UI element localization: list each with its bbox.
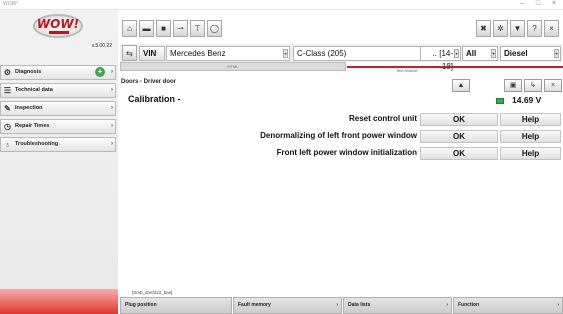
chevron-down-icon[interactable]: ▾ (554, 49, 559, 58)
stethoscope-icon: ♁ (4, 140, 11, 149)
chevron-right-icon: › (111, 141, 113, 147)
page-title: Calibration - (128, 94, 181, 104)
tab-data-lists[interactable]: Data lists › (343, 297, 452, 314)
ok-button-reset-control-unit[interactable]: OK (420, 113, 498, 126)
tab-plug-position[interactable]: Plug position (120, 297, 232, 314)
chevron-down-icon[interactable]: ▾ (454, 49, 459, 58)
function-label-reset-control-unit: Reset control unit (348, 114, 417, 123)
sidebar-item-label: Inspection (15, 105, 43, 111)
add-icon[interactable]: + (95, 67, 105, 77)
battery-icon (496, 98, 504, 104)
tab-label: Plug position (125, 302, 157, 308)
close-icon[interactable]: × (544, 79, 562, 92)
left-panel (0, 10, 118, 314)
data-sheet-icon: ☰ (3, 86, 12, 95)
home-icon[interactable]: ⌂ (122, 20, 137, 37)
trash-icon[interactable]: ▼ (510, 20, 525, 37)
help-icon[interactable]: ? (527, 20, 542, 37)
function-label-denormalizing: Denormalizing of left front power window (260, 131, 417, 140)
progress-line (347, 66, 563, 68)
window-title: WOW! (3, 1, 18, 7)
engine-select[interactable]: All ▾ (462, 46, 498, 61)
tab-label: Data lists (348, 302, 371, 308)
ok-button-power-window-init[interactable]: OK (420, 147, 498, 160)
chevron-right-icon: › (446, 302, 448, 308)
chevron-right-icon: › (111, 123, 113, 129)
logo-swoosh (49, 31, 69, 34)
plug-icon[interactable]: ⊤ (190, 20, 205, 37)
tab-label: Fault memory (238, 302, 271, 308)
chevron-right-icon: › (111, 87, 113, 93)
strip-label: HTML (227, 64, 239, 69)
sidebar-item-label: Technical data (15, 87, 53, 93)
chevron-right-icon: › (111, 69, 113, 75)
version-label: v.5.00.22 (91, 43, 112, 49)
maximize-button[interactable]: □ (532, 0, 544, 7)
fuel-select[interactable]: Diesel ▾ (500, 46, 561, 61)
help-button-power-window-init[interactable]: Help (500, 147, 561, 160)
model-value: C-Class (205) (297, 49, 347, 58)
back-arrow-icon[interactable]: ↳ (524, 79, 542, 92)
sidebar-item-troubleshooting[interactable]: ♁ Troubleshooting › (0, 137, 116, 152)
toolbar-close-icon[interactable]: × (544, 20, 559, 37)
ok-button-denormalizing[interactable]: OK (420, 130, 498, 143)
chevron-right-icon: › (557, 302, 559, 308)
sidebar-item-label: Repair Times (15, 123, 50, 129)
tab-function[interactable]: Function › (453, 297, 563, 314)
sidebar-item-label: Troubleshooting (15, 141, 59, 147)
print-icon[interactable]: ▲ (452, 79, 470, 92)
sidebar-item-technical-data[interactable]: ☰ Technical data › (0, 83, 116, 98)
tire-icon[interactable]: ◯ (207, 20, 222, 37)
sidebar-item-label: Diagnosis (15, 69, 42, 75)
settings-icon[interactable]: ✲ (493, 20, 508, 37)
year-select[interactable]: .. [14-18] ▾ (421, 46, 461, 71)
chevron-down-icon[interactable]: ▾ (283, 49, 288, 58)
battery-voltage: 14.69 V (512, 95, 542, 105)
wrench-icon: ✎ (4, 104, 11, 113)
chevron-right-icon: › (336, 302, 338, 308)
chevron-right-icon: › (111, 105, 113, 111)
stack-file-label: [Smb_dm0222_bas] (132, 290, 173, 295)
bus-icon[interactable]: ■ (156, 20, 171, 37)
chevron-down-icon[interactable]: ▾ (491, 49, 496, 58)
model-select[interactable]: C-Class (205) (293, 46, 421, 61)
logo-text: WOW! (36, 17, 80, 31)
tools-icon[interactable]: ✖ (476, 20, 491, 37)
save-icon[interactable]: ▣ (504, 79, 522, 92)
sidebar-item-repair-times[interactable]: ◷ Repair Times › (0, 119, 116, 134)
fuel-value: Diesel (504, 49, 528, 58)
swap-arrows-icon[interactable]: ⇆ (122, 45, 137, 61)
minimize-button[interactable]: – (516, 0, 528, 7)
sidebar-item-inspection[interactable]: ✎ Inspection › (0, 101, 116, 116)
car-diagnosis-icon: ⚙ (3, 68, 12, 77)
help-button-denormalizing[interactable]: Help (500, 130, 561, 143)
sidebar-footer-bar (0, 289, 118, 314)
make-value: Mercedes Benz (170, 49, 226, 58)
make-select[interactable]: Mercedes Benz ▾ (166, 46, 290, 61)
tab-label: Function (458, 302, 480, 308)
content-tab-strip[interactable]: HTML (120, 62, 346, 71)
sidebar-item-diagnosis[interactable]: ⚙ Diagnosis + › (0, 65, 116, 80)
wow-logo: WOW! (33, 14, 83, 38)
module-caption: Test Module (396, 68, 418, 73)
function-label-power-window-init: Front left power window initialization (276, 148, 417, 157)
engine-value: All (466, 49, 477, 58)
window-close-button[interactable]: × (548, 0, 560, 7)
truck-icon[interactable]: ⇀ (173, 20, 188, 37)
tab-fault-memory[interactable]: Fault memory › (233, 297, 342, 314)
car-icon[interactable]: ▬ (139, 20, 154, 37)
vin-button[interactable]: VIN (139, 46, 165, 61)
breadcrumb: Doors - Driver door (121, 79, 177, 85)
clock-icon: ◷ (4, 122, 11, 131)
title-bar: WOW! – □ × (0, 0, 563, 10)
help-button-reset-control-unit[interactable]: Help (500, 113, 561, 126)
